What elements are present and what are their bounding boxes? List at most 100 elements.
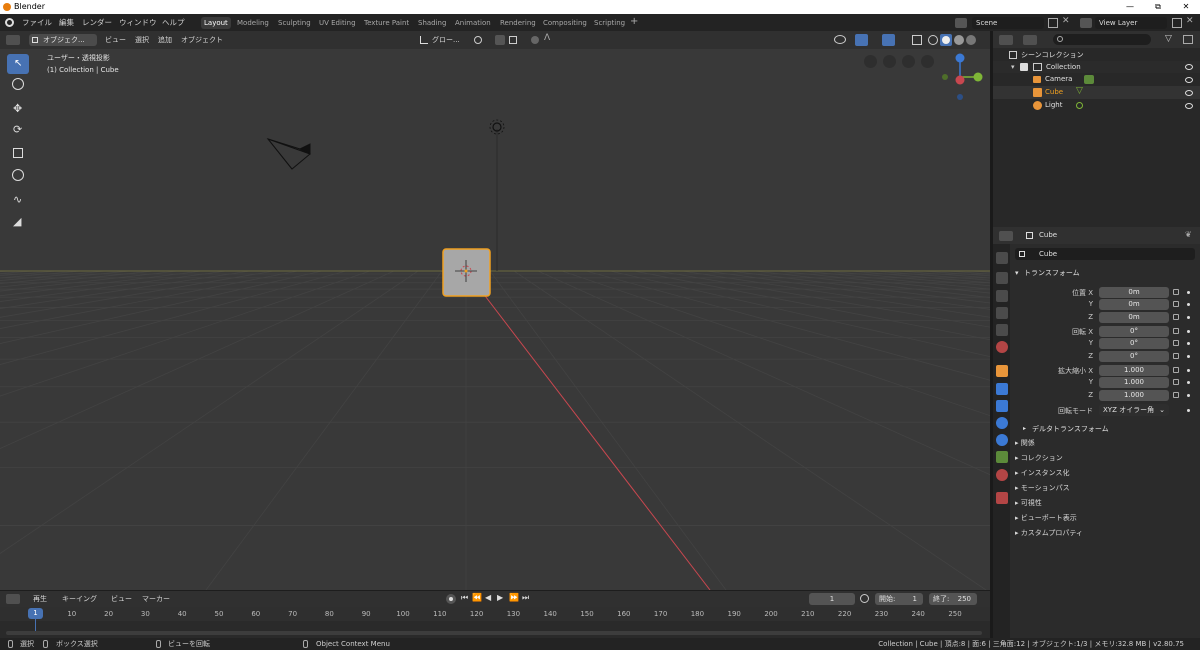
lock-icon[interactable]	[1173, 353, 1179, 359]
eye-icon[interactable]	[1185, 90, 1193, 96]
eye-icon[interactable]	[1185, 77, 1193, 83]
view-layer-field[interactable]: View Layer	[1095, 17, 1167, 29]
record-icon[interactable]	[446, 594, 456, 604]
rotation-x-field[interactable]: 0°	[1099, 326, 1169, 337]
eye-icon[interactable]	[1185, 64, 1193, 70]
keyframe-dot-icon[interactable]	[1187, 342, 1190, 345]
visibility-icon[interactable]	[834, 35, 846, 44]
eye-icon[interactable]	[1185, 103, 1193, 109]
snap-target-icon[interactable]	[509, 36, 517, 44]
modifier-tab-icon[interactable]	[996, 383, 1008, 395]
tab-shading[interactable]: Shading	[415, 17, 449, 29]
scale-z-field[interactable]: 1.000	[1099, 390, 1169, 401]
lock-icon[interactable]	[1173, 328, 1179, 334]
lock-icon[interactable]	[1173, 367, 1179, 373]
measure-tool[interactable]: ◢	[7, 213, 29, 233]
transform-tool[interactable]	[7, 165, 29, 185]
lock-icon[interactable]	[1173, 289, 1179, 295]
physics-tab-icon[interactable]	[996, 417, 1008, 429]
outliner-search-input[interactable]	[1053, 34, 1151, 45]
menu-window[interactable]: ウィンドウ	[119, 14, 157, 31]
pin-icon[interactable]: ❦	[1185, 230, 1192, 239]
tab-scripting[interactable]: Scripting	[591, 17, 628, 29]
object-data-tab-icon[interactable]	[996, 451, 1008, 463]
menu-object[interactable]: オブジェクト	[181, 31, 223, 49]
menu-keying[interactable]: キーイング	[62, 591, 97, 607]
clock-icon[interactable]	[860, 594, 869, 603]
texture-tab-icon[interactable]	[996, 492, 1008, 504]
rotation-y-field[interactable]: 0°	[1099, 338, 1169, 349]
jump-start-icon[interactable]: ⏮	[461, 593, 468, 603]
3d-viewport[interactable]: ユーザー・透視投影 (1) Collection | Cube ↖ ✥ ⟳ ∿ …	[0, 49, 990, 590]
keyframe-dot-icon[interactable]	[1187, 409, 1190, 412]
filter-icon[interactable]: ▽	[1165, 34, 1172, 44]
panel-motion-paths[interactable]: ▸ モーションパス	[1015, 483, 1070, 493]
lock-icon[interactable]	[1173, 392, 1179, 398]
next-keyframe-icon[interactable]: ⏩	[509, 593, 519, 602]
tab-compositing[interactable]: Compositing	[540, 17, 590, 29]
keyframe-dot-icon[interactable]	[1187, 394, 1190, 397]
new-view-layer-icon[interactable]	[1172, 18, 1182, 28]
panel-custom-properties[interactable]: ▸ カスタムプロパティ	[1015, 528, 1083, 538]
material-shading-icon[interactable]	[954, 35, 964, 45]
scene-icon[interactable]	[955, 18, 967, 28]
solid-shading-icon[interactable]	[940, 34, 952, 46]
timeline-area[interactable]: 10 20 30 40 50 60 70 80 90 100 110 120 130 140 150 160 1…	[0, 607, 990, 638]
navigation-gizmo[interactable]	[940, 53, 984, 103]
delete-view-layer-icon[interactable]: ✕	[1186, 16, 1194, 26]
panel-relations[interactable]: ▸ 関係	[1015, 438, 1035, 448]
location-z-field[interactable]: 0m	[1099, 312, 1169, 323]
menu-view[interactable]: ビュー	[105, 31, 126, 49]
render-tab-icon[interactable]	[996, 272, 1008, 284]
keyframe-dot-icon[interactable]	[1187, 291, 1190, 294]
scene-field[interactable]: Scene	[972, 17, 1044, 29]
keyframe-dot-icon[interactable]	[1187, 330, 1190, 333]
frame-ruler[interactable]: 10 20 30 40 50 60 70 80 90 100 110 120 130 140 150 160 1…	[0, 607, 990, 621]
panel-viewport-display[interactable]: ▸ ビューポート表示	[1015, 513, 1077, 523]
object-tab-icon[interactable]	[996, 365, 1008, 377]
menu-marker[interactable]: マーカー	[142, 591, 170, 607]
expand-arrow-icon[interactable]: ▾	[1011, 61, 1015, 73]
tab-uv-editing[interactable]: UV Editing	[316, 17, 359, 29]
lock-icon[interactable]	[1173, 340, 1179, 346]
pan-hand-icon[interactable]	[902, 55, 915, 68]
properties-editor-icon[interactable]	[999, 231, 1013, 241]
keyframe-dot-icon[interactable]	[1187, 303, 1190, 306]
rotation-mode-dropdown[interactable]: XYZ オイラー角 ⌄	[1099, 404, 1169, 416]
new-collection-icon[interactable]	[1183, 35, 1193, 44]
falloff-icon[interactable]: Λ	[544, 33, 550, 43]
maximize-icon[interactable]: ⧉	[1148, 0, 1168, 14]
outliner-row-light[interactable]: Light	[993, 99, 1200, 112]
menu-add[interactable]: 追加	[158, 31, 172, 49]
menu-select[interactable]: 選択	[135, 31, 149, 49]
menu-playback[interactable]: 再生	[33, 591, 47, 607]
constraints-tab-icon[interactable]	[996, 434, 1008, 446]
outliner-editor-icon[interactable]	[999, 35, 1013, 45]
jump-end-icon[interactable]: ⏭	[522, 593, 529, 603]
tab-modeling[interactable]: Modeling	[234, 17, 272, 29]
lock-icon[interactable]	[1173, 379, 1179, 385]
delete-scene-icon[interactable]: ✕	[1062, 16, 1070, 26]
blender-menu-icon[interactable]	[5, 18, 14, 27]
mode-dropdown[interactable]: オブジェク...	[29, 34, 97, 46]
view-layer-tab-icon[interactable]	[996, 307, 1008, 319]
rotate-tool[interactable]: ⟳	[7, 121, 29, 141]
panel-instancing[interactable]: ▸ インスタンス化	[1015, 468, 1069, 478]
tab-layout[interactable]: Layout	[201, 17, 231, 29]
location-y-field[interactable]: 0m	[1099, 299, 1169, 310]
editor-type-icon[interactable]	[6, 35, 20, 45]
world-tab-icon[interactable]	[996, 341, 1008, 353]
tool-settings-tab-icon[interactable]	[996, 252, 1008, 264]
panel-collections[interactable]: ▸ コレクション	[1015, 453, 1063, 463]
display-mode-icon[interactable]	[1023, 35, 1037, 45]
timeline-editor-icon[interactable]	[6, 594, 20, 604]
gizmo-toggle-icon[interactable]	[855, 34, 868, 46]
output-tab-icon[interactable]	[996, 290, 1008, 302]
object-name-field[interactable]: Cube	[1015, 248, 1195, 260]
view-layer-icon[interactable]	[1080, 18, 1092, 28]
rotation-z-field[interactable]: 0°	[1099, 351, 1169, 362]
location-x-field[interactable]: 0m	[1099, 287, 1169, 298]
scale-x-field[interactable]: 1.000	[1099, 365, 1169, 376]
keyframe-dot-icon[interactable]	[1187, 381, 1190, 384]
menu-edit[interactable]: 編集	[59, 14, 74, 31]
